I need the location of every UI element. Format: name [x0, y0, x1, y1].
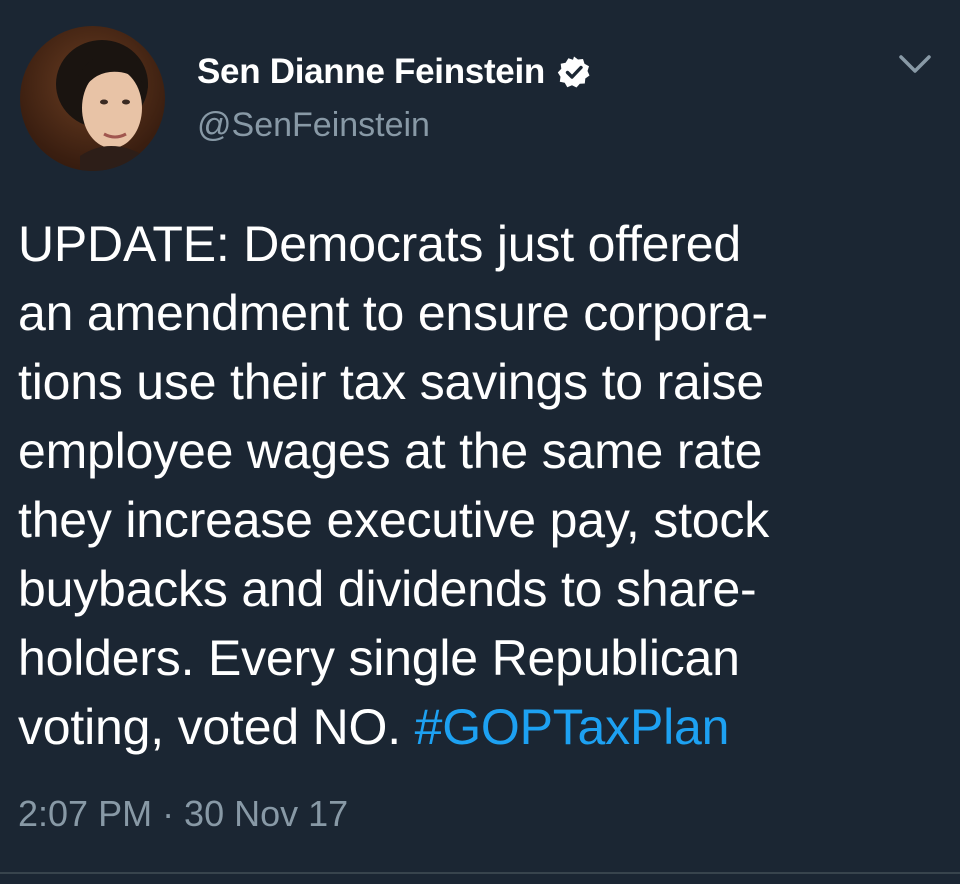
verified-badge-icon [557, 55, 591, 89]
tweet-card: Sen Dianne Feinstein @SenFeinstein UPDAT… [0, 0, 960, 884]
author-handle[interactable]: @SenFeinstein [197, 106, 430, 145]
author-name-row: Sen Dianne Feinstein [197, 50, 591, 94]
tweet-text: UPDATE: Democrats just offered an amendm… [18, 210, 943, 762]
tweet-text-line: buybacks and dividends to share- [18, 561, 757, 617]
tweet-text-line: UPDATE: Democrats just offered [18, 216, 741, 272]
tweet-text-line: tions use their tax savings to raise [18, 354, 764, 410]
tweet-text-line: an amendment to ensure corpora- [18, 285, 768, 341]
tweet-text-line: holders. Every single Republican [18, 630, 740, 686]
author-display-name[interactable]: Sen Dianne Feinstein [197, 52, 545, 92]
avatar-photo-icon [56, 40, 148, 171]
tweet-text-line: they increase executive pay, stock [18, 492, 769, 548]
tweet-text-last-line: voting, voted NO. #GOPTaxPlan [18, 693, 943, 762]
tweet-timestamp[interactable]: 2:07 PM · 30 Nov 17 [18, 793, 348, 835]
tweet-text-line: employee wages at the same rate [18, 423, 763, 479]
chevron-down-icon[interactable] [895, 52, 935, 78]
hashtag-link[interactable]: #GOPTaxPlan [415, 699, 730, 755]
avatar[interactable] [20, 26, 165, 171]
divider [0, 872, 960, 874]
tweet-text-line: voting, voted NO. [18, 699, 415, 755]
